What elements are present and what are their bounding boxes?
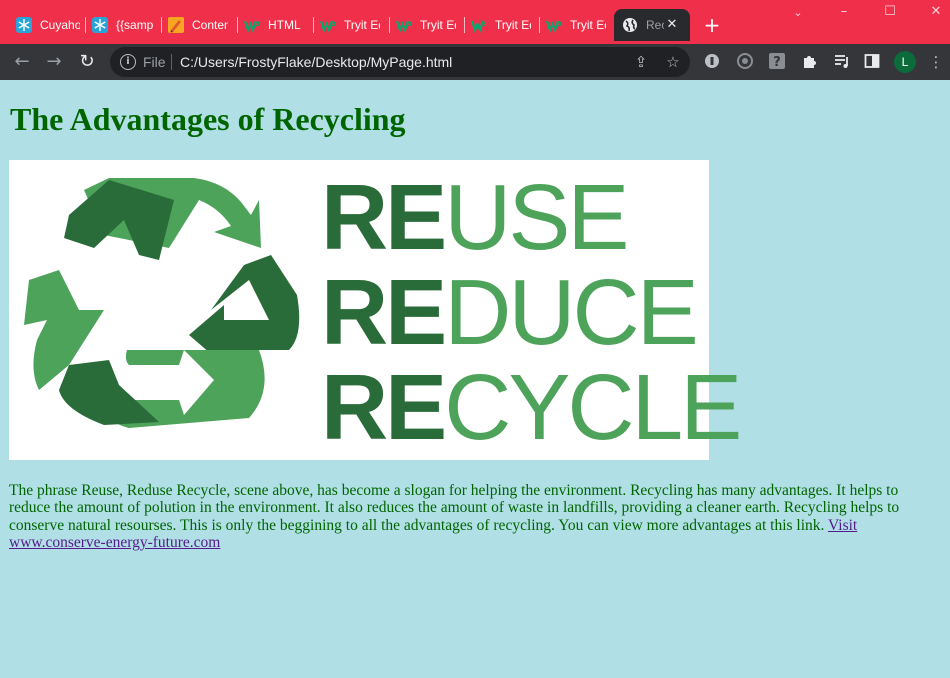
- side-panel-icon[interactable]: [862, 52, 882, 72]
- tab-search-icon[interactable]: ⌄: [788, 6, 808, 19]
- scheme-label: File: [143, 54, 166, 70]
- help-extension-icon[interactable]: ?: [767, 52, 787, 72]
- url-text[interactable]: C:/Users/FrostyFlake/Desktop/MyPage.html: [180, 54, 452, 70]
- forward-arrow-icon[interactable]: →: [44, 52, 64, 72]
- reuse-reduce-recycle-image: REUSE REDUCE RECYCLE: [9, 160, 742, 460]
- tab-title: {{sample: [116, 18, 154, 32]
- browser-tab[interactable]: 3 Tryit Editor: [380, 9, 464, 41]
- address-divider: [171, 54, 172, 70]
- address-bar[interactable]: i File C:/Users/FrostyFlake/Desktop/MyPa…: [110, 47, 690, 77]
- intro-paragraph: The phrase Reuse, Reduse Recycle, scene …: [9, 482, 934, 551]
- w3schools-icon: 3: [320, 17, 336, 33]
- word-suffix: USE: [444, 165, 629, 269]
- reuse-word: REUSE: [321, 170, 701, 265]
- profile-avatar[interactable]: L: [894, 51, 916, 73]
- w3schools-icon: 3: [471, 17, 487, 33]
- browser-tab[interactable]: Content: [152, 9, 236, 41]
- tab-title: Recycling: [646, 18, 664, 32]
- pencil-icon: [168, 17, 184, 33]
- svg-text:3: 3: [483, 21, 487, 28]
- w3schools-icon: 3: [546, 17, 562, 33]
- page-viewport: The Advantages of Recycling REUSE REDUCE…: [0, 80, 950, 678]
- browser-tab[interactable]: 3 HTML: [228, 9, 314, 41]
- share-icon[interactable]: ⇪: [632, 53, 650, 71]
- svg-text:3: 3: [332, 21, 336, 28]
- close-window-icon[interactable]: ✕: [926, 4, 946, 19]
- tab-title: Cuyahoga: [40, 18, 80, 32]
- tab-title: Content: [192, 18, 228, 32]
- tab-title: HTML: [268, 18, 301, 32]
- snowflake-icon: [92, 17, 108, 33]
- globe-icon: [622, 17, 638, 33]
- back-arrow-icon[interactable]: ←: [12, 52, 32, 72]
- browser-tab-active[interactable]: Recycling ✕: [614, 9, 690, 41]
- tab-title: Tryit Editor: [344, 18, 380, 32]
- word-suffix: DUCE: [444, 260, 699, 364]
- info-icon[interactable]: i: [120, 54, 136, 70]
- page-heading: The Advantages of Recycling: [10, 101, 406, 137]
- w3schools-icon: 3: [244, 17, 260, 33]
- tab-close-icon[interactable]: ✕: [664, 16, 680, 32]
- word-suffix: CYCLE: [444, 355, 742, 459]
- new-tab-icon[interactable]: +: [702, 15, 722, 35]
- browser-toolbar: ← → ↻ i File C:/Users/FrostyFlake/Deskto…: [0, 44, 950, 80]
- re-prefix: RE: [321, 260, 447, 364]
- minimize-icon[interactable]: –: [834, 4, 854, 19]
- browser-tab[interactable]: 3 Tryit Editor: [530, 9, 614, 41]
- re-prefix: RE: [321, 165, 447, 269]
- tab-strip: Cuyahoga {{sample Content 3 HTML 3 Tryit…: [0, 0, 950, 44]
- extension-2-icon[interactable]: [735, 52, 755, 72]
- maximize-icon[interactable]: ☐: [880, 4, 900, 19]
- w3schools-icon: 3: [396, 17, 412, 33]
- recycle-symbol-icon: [24, 178, 300, 428]
- snowflake-icon: [16, 17, 32, 33]
- svg-text:?: ?: [773, 55, 781, 70]
- svg-text:3: 3: [558, 21, 562, 28]
- browser-tab[interactable]: Cuyahoga: [0, 9, 84, 41]
- reload-icon[interactable]: ↻: [77, 52, 97, 72]
- browser-tab[interactable]: {{sample: [76, 9, 162, 41]
- recycle-word: RECYCLE: [321, 360, 742, 455]
- tab-title: Tryit Editor: [420, 18, 456, 32]
- svg-text:3: 3: [256, 21, 260, 28]
- reading-list-icon[interactable]: [832, 52, 852, 72]
- browser-tab[interactable]: 3 Tryit Editor: [304, 9, 388, 41]
- bookmark-star-icon[interactable]: ☆: [664, 53, 682, 71]
- reduce-word: REDUCE: [321, 265, 701, 360]
- svg-text:3: 3: [408, 21, 412, 28]
- re-prefix: RE: [321, 355, 447, 459]
- menu-kebab-icon[interactable]: ⋮: [926, 52, 946, 72]
- puzzle-extensions-icon[interactable]: [800, 52, 820, 72]
- tab-title: Tryit Editor: [570, 18, 606, 32]
- paragraph-text: The phrase Reuse, Reduse Recycle, scene …: [9, 482, 900, 534]
- tab-title: Tryit Editor: [495, 18, 531, 32]
- browser-tab[interactable]: 3 Tryit Editor: [455, 9, 539, 41]
- extension-1-icon[interactable]: [702, 52, 722, 72]
